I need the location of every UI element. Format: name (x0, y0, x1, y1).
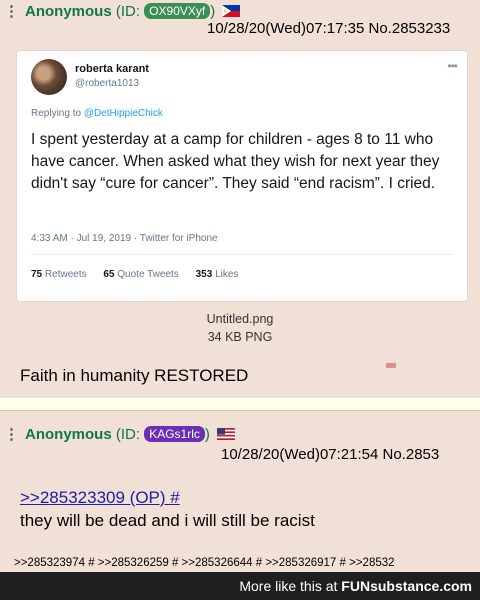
id-label: (ID: (115, 426, 141, 443)
retweets-count: 75 (31, 269, 43, 280)
post-datetime-number[interactable]: 10/28/20(Wed)07:17:35 No.2853233 (207, 20, 450, 37)
retweets-label: Retweets (44, 269, 87, 280)
post-2-header: ⋮ Anonymous (ID: KAGs1rlc) (4, 425, 236, 443)
post-menu-icon[interactable]: ⋮ (4, 426, 19, 443)
report-button[interactable] (386, 363, 396, 368)
tweet-author: roberta karant (75, 63, 149, 75)
poster-id-badge[interactable]: OX90VXyf (144, 3, 211, 19)
divider (31, 254, 453, 255)
tweet-text: I spent yesterday at a camp for children… (31, 131, 440, 192)
footer-label: More like this at (239, 578, 338, 594)
tweet-stats: 75 Retweets 65 Quote Tweets 353 Likes (31, 269, 252, 280)
post-comment: Faith in humanity RESTORED (20, 366, 249, 385)
post-datetime-number[interactable]: 10/28/20(Wed)07:21:54 No.2853 (221, 446, 439, 463)
likes-count: 353 (195, 269, 213, 280)
replying-prefix: Replying to (31, 108, 82, 119)
id-label-close: ) (204, 426, 210, 443)
post-1-header: ⋮ Anonymous (ID: OX90VXyf) (4, 2, 241, 20)
post-comment: they will be dead and i will still be ra… (20, 511, 315, 530)
poster-name: Anonymous (25, 3, 112, 20)
id-label: (ID: (115, 3, 141, 20)
post-menu-icon[interactable]: ⋮ (4, 3, 19, 20)
tweet-embed: roberta karant @roberta1013 ••• Replying… (16, 50, 468, 302)
more-icon: ••• (447, 59, 458, 73)
quotes-label: Quote Tweets (117, 269, 179, 280)
avatar (31, 59, 67, 95)
quotes-count: 65 (103, 269, 115, 280)
likes-label: Likes (215, 269, 239, 280)
tweet-replying: Replying to @DetHippieChick (31, 108, 163, 119)
footer-text[interactable]: More like this at FUNsubstance.com (239, 578, 472, 594)
id-label-close: ) (210, 3, 216, 20)
poster-id-badge[interactable]: KAGs1rlc (144, 426, 205, 442)
philippines-flag-icon (222, 5, 241, 17)
quote-link[interactable]: >>285323309 (OP) # (20, 488, 180, 508)
file-name[interactable]: Untitled.png (0, 312, 480, 326)
footer-banner: More like this at FUNsubstance.com (0, 572, 480, 600)
replying-to-handle: @DetHippieChick (83, 108, 163, 119)
post-separator (0, 398, 480, 410)
file-info: 34 KB PNG (207, 330, 273, 344)
tweet-timestamp: 4:33 AM · Jul 19, 2019 · Twitter for iPh… (31, 233, 218, 244)
backlinks[interactable]: >>285323974 # >>285326259 # >>285326644 … (14, 557, 395, 569)
tweet-handle: @roberta1013 (75, 78, 140, 89)
post-1: ⋮ Anonymous (ID: OX90VXyf) 10/28/20(Wed)0… (0, 0, 480, 399)
brand-logo: FUNsubstance.com (341, 578, 472, 594)
us-flag-icon (217, 428, 236, 440)
poster-name: Anonymous (25, 426, 112, 443)
